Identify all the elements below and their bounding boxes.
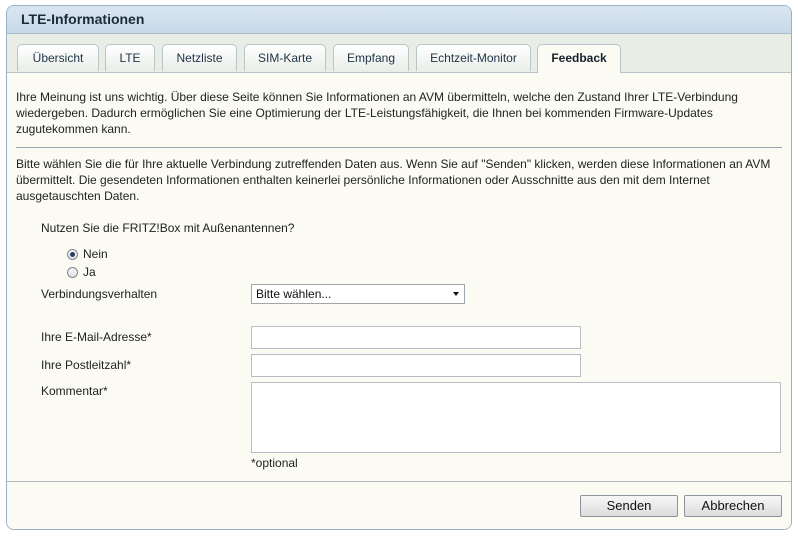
tab-overview[interactable]: Übersicht <box>17 44 99 71</box>
instructions-text: Bitte wählen Sie die für Ihre aktuelle V… <box>16 157 771 203</box>
comment-label: Kommentar* <box>41 384 108 398</box>
tab-feedback[interactable]: Feedback <box>537 44 621 73</box>
button-bar: Senden Abbrechen <box>7 481 791 529</box>
tab-lte[interactable]: LTE <box>105 44 155 71</box>
optional-note: *optional <box>251 456 298 470</box>
comment-textarea[interactable] <box>251 382 781 453</box>
divider <box>16 147 782 148</box>
zip-input[interactable] <box>251 354 581 377</box>
connection-select-value: Bitte wählen... <box>256 287 332 301</box>
tab-bar: Übersicht LTE Netzliste SIM-Karte Empfan… <box>7 34 791 73</box>
radio-ja[interactable] <box>67 266 78 278</box>
radio-option-ja[interactable]: Ja <box>67 265 96 279</box>
send-button[interactable]: Senden <box>580 495 678 517</box>
cancel-button[interactable]: Abbrechen <box>684 495 782 517</box>
radio-option-nein[interactable]: Nein <box>67 247 108 261</box>
tab-echtzeit-monitor[interactable]: Echtzeit-Monitor <box>416 44 531 71</box>
email-input[interactable] <box>251 326 581 349</box>
email-label: Ihre E-Mail-Adresse* <box>41 330 152 344</box>
radio-nein-label: Nein <box>83 247 108 261</box>
connection-label: Verbindungsverhalten <box>41 287 158 301</box>
intro-text: Ihre Meinung ist uns wichtig. Über diese… <box>16 90 738 136</box>
connection-select[interactable]: Bitte wählen... <box>251 284 465 304</box>
tab-netzliste[interactable]: Netzliste <box>162 44 237 71</box>
radio-ja-label: Ja <box>83 265 96 279</box>
dropdown-arrow-icon <box>453 292 459 296</box>
window-title: LTE-Informationen <box>7 6 791 34</box>
antenna-question: Nutzen Sie die FRITZ!Box mit Außenantenn… <box>41 221 295 235</box>
tab-sim-karte[interactable]: SIM-Karte <box>244 44 326 71</box>
zip-label: Ihre Postleitzahl* <box>41 358 132 372</box>
tab-empfang[interactable]: Empfang <box>333 44 409 71</box>
radio-nein[interactable] <box>67 248 78 260</box>
lte-info-window: LTE-Informationen Übersicht LTE Netzlist… <box>6 5 792 530</box>
